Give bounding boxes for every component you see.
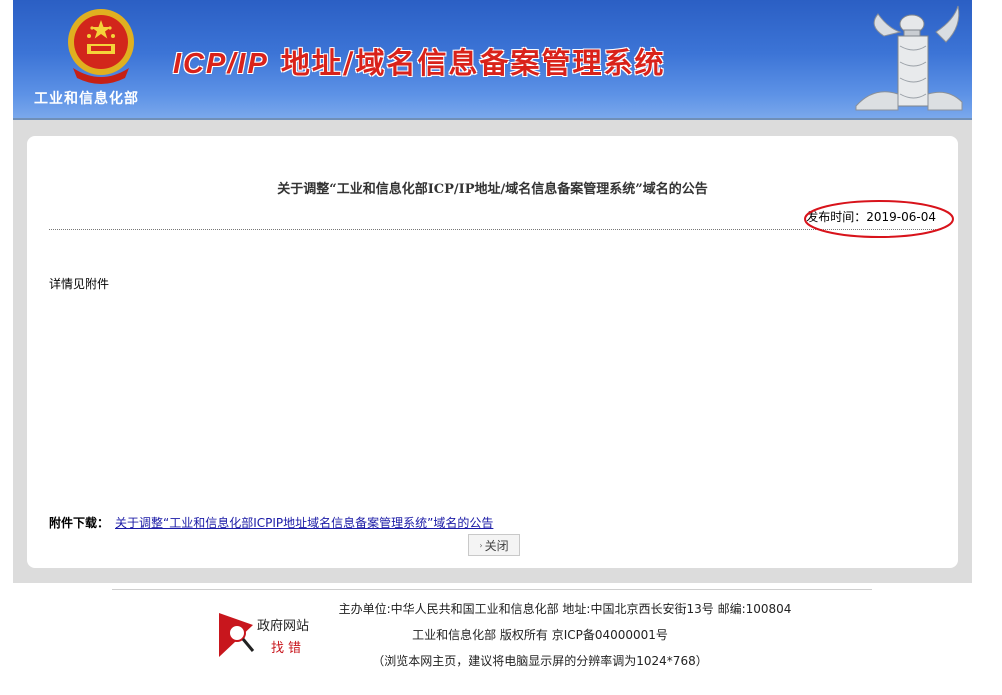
highlight-ellipse-annotation [804, 200, 954, 238]
system-title-cn: 地址/域名信息备案管理系统 [268, 46, 666, 80]
footer-divider [112, 589, 872, 590]
site-header: 工业和信息化部 ICP/IP 地址/域名信息备案管理系统 [13, 0, 972, 120]
attachment-link[interactable]: 关于调整“工业和信息化部ICPIP地址域名信息备案管理系统”域名的公告 [115, 516, 493, 530]
footer-organizer: 主办单位:中华人民共和国工业和信息化部 地址:中国北京西长安街13号 邮编:10… [338, 602, 792, 616]
close-button[interactable]: › 关闭 [468, 534, 520, 556]
attachment-row: 附件下载： 关于调整“工业和信息化部ICPIP地址域名信息备案管理系统”域名的公告 [49, 514, 493, 531]
national-emblem-icon [68, 9, 134, 84]
notice-title: 关于调整“工业和信息化部ICP/IP地址/域名信息备案管理系统”域名的公告 [277, 182, 708, 197]
system-title-latin: ICP/IP [173, 48, 269, 80]
footer-resolution-note: （浏览本网主页，建议将电脑显示屏的分辨率调为1024*768） [372, 654, 708, 668]
huabiao-column-icon [855, 5, 963, 111]
system-title: ICP/IP 地址/域名信息备案管理系统 [173, 40, 666, 82]
arrow-right-icon: › [479, 540, 483, 550]
close-button-label: 关闭 [484, 538, 509, 553]
attachment-label: 附件下载： [49, 516, 110, 530]
footer-copyright: 工业和信息化部 版权所有 京ICP备04000001号 [412, 628, 668, 642]
ministry-name: 工业和信息化部 [34, 91, 139, 107]
notice-body: 详情见附件 [49, 277, 110, 291]
